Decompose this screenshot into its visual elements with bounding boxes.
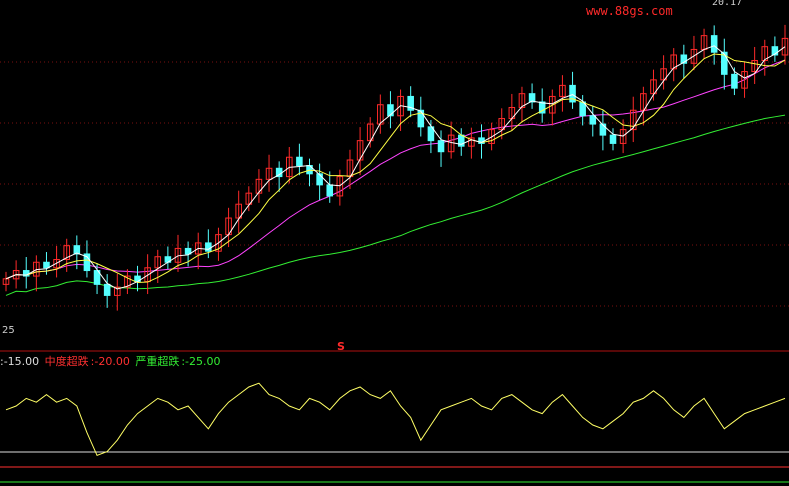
upper-axis-label: 25: [2, 325, 15, 336]
ma-long-line: [5, 114, 786, 296]
candle-body: [589, 115, 597, 125]
indicator-legend: :-15.00 中度超跌:-20.00 严重超跌:-25.00: [0, 353, 223, 369]
ma-fast-line: [5, 45, 786, 290]
candle-body: [103, 283, 111, 296]
ma-fast: [5, 45, 786, 290]
watermark: www.88gs.com: [586, 4, 673, 18]
candle-body: [326, 184, 334, 197]
legend-item2-label: 中度超跌: [44, 355, 89, 368]
candlesticks: [2, 24, 789, 311]
candle-body: [599, 123, 607, 136]
legend-item3-label: 严重超跌: [135, 355, 180, 368]
candle-body: [43, 261, 50, 269]
legend-item3-value: :-25.00: [181, 355, 221, 368]
oscillator-panel: [5, 382, 786, 457]
legend-item2-value: :-20.00: [90, 355, 130, 368]
candle-body: [205, 242, 212, 252]
oscillator-line: [5, 382, 786, 457]
candle-body: [609, 134, 617, 144]
candle-body: [316, 173, 323, 186]
legend-item1: :-15.00: [0, 355, 40, 368]
grid-lines: [0, 61, 789, 483]
candle-body: [296, 156, 303, 167]
signal-marker: S: [337, 340, 345, 353]
candle-body: [710, 35, 718, 53]
stock-chart: [0, 24, 789, 483]
candle-body: [437, 140, 445, 153]
ma-mid-line: [5, 53, 786, 284]
ma-slow: [5, 59, 786, 280]
candle-body: [731, 73, 738, 89]
ma-mid: [5, 53, 786, 284]
peak-price-label: 20.17: [712, 0, 743, 8]
candle-body: [387, 104, 394, 117]
ma-slow-line: [5, 59, 786, 280]
ma-long: [5, 114, 786, 296]
